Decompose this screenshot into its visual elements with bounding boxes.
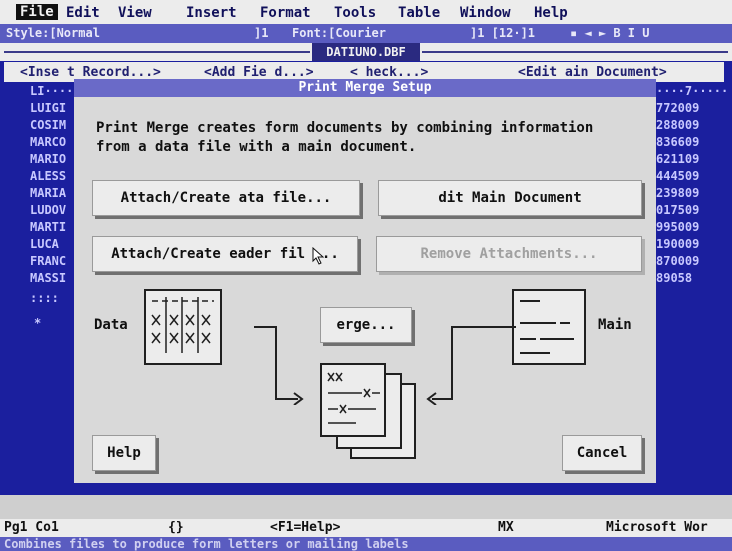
record-names-column: LI···· LUIGI COSIM MARCO MARIO ALESS MAR… (30, 84, 74, 344)
record-row[interactable]: :::: (30, 291, 59, 305)
window-title-line: DATIUNO.DBF (0, 43, 732, 61)
record-row[interactable]: MARIO (30, 152, 66, 166)
insert-record-command[interactable]: <Inse t Record...> (20, 65, 161, 80)
data-file-icon (144, 289, 222, 365)
record-value[interactable]: 017509 (656, 203, 699, 217)
data-table-icon (151, 297, 214, 353)
dialog-description: Print Merge creates form documents by co… (96, 120, 594, 155)
merge-button[interactable]: erge... (320, 307, 412, 343)
record-row[interactable]: LUIGI (30, 101, 66, 115)
record-row[interactable]: ALESS (30, 169, 66, 183)
record-value[interactable]: 772009 (656, 101, 699, 115)
main-label: Main (598, 317, 632, 333)
point-indicator: ]1 (254, 26, 269, 40)
check-command[interactable]: < heck...> (350, 65, 428, 80)
record-row[interactable]: LUCA (30, 237, 59, 251)
record-row[interactable]: COSIM (30, 118, 66, 132)
record-row[interactable]: MARIA (30, 186, 66, 200)
record-value[interactable]: 89058 (656, 271, 692, 285)
main-flow-arrow-icon (426, 326, 516, 405)
cursor-position: Pg1 Co1 (4, 520, 59, 535)
column-header-right: ····7····· (656, 84, 729, 98)
merged-document-content-icon (327, 372, 380, 424)
mouse-cursor-icon (312, 247, 325, 265)
attach-data-file-button[interactable]: Attach/Create ata file... (92, 180, 360, 216)
title-rule-left (4, 51, 310, 53)
font-size-selector[interactable]: ]1 [12·]1 (470, 26, 535, 40)
file-name: DATIUNO.DBF (312, 43, 420, 61)
record-row[interactable]: MASSI (30, 271, 66, 285)
edit-main-document-button[interactable]: dit Main Document (378, 180, 642, 216)
main-document-lines-icon (520, 300, 574, 354)
title-rule-right (422, 51, 728, 53)
brace-indicator: {} (168, 520, 184, 535)
print-merge-dialog: Print Merge Setup Print Merge creates fo… (74, 79, 656, 483)
font-selector[interactable]: Font:[Courier (292, 26, 386, 40)
add-field-command[interactable]: <Add Fie d...> (204, 65, 314, 80)
record-value[interactable]: 836609 (656, 135, 699, 149)
record-value[interactable]: 239809 (656, 186, 699, 200)
cancel-button[interactable]: Cancel (562, 435, 642, 471)
menu-view[interactable]: View (118, 5, 152, 21)
f1-help-hint: <F1=Help> (270, 520, 341, 535)
dialog-title: Print Merge Setup (74, 79, 656, 97)
menu-help[interactable]: Help (534, 5, 568, 21)
record-values-column: ····7····· 772009 288009 836609 621109 4… (656, 84, 729, 314)
style-ribbon: Style:[Normal ]1 Font:[Courier ]1 [12·]1… (0, 24, 732, 43)
style-selector[interactable]: Style:[Normal (6, 26, 100, 40)
app-name: Microsoft Wor (606, 520, 708, 535)
menu-table[interactable]: Table (398, 5, 440, 21)
help-message: Combines files to produce form letters o… (4, 537, 409, 551)
menu-tools[interactable]: Tools (334, 5, 376, 21)
merged-document-front-icon (320, 363, 386, 437)
horizontal-scrollbar[interactable] (0, 495, 732, 519)
record-row[interactable]: MARCO (30, 135, 66, 149)
record-value[interactable]: 288009 (656, 118, 699, 132)
menu-edit[interactable]: Edit (66, 5, 100, 21)
edit-main-document-command[interactable]: <Edit ain Document> (518, 65, 667, 80)
menu-bar: File Edit View Insert Format Tools Table… (0, 0, 732, 24)
menu-insert[interactable]: Insert (186, 5, 237, 21)
record-value[interactable]: 444509 (656, 169, 699, 183)
remove-attachments-button: Remove Attachments... (376, 236, 642, 272)
end-marker: * (34, 316, 42, 330)
menu-format[interactable]: Format (260, 5, 311, 21)
data-label: Data (94, 317, 128, 333)
record-row[interactable]: MARTI (30, 220, 66, 234)
help-button[interactable]: Help (92, 435, 156, 471)
record-value[interactable]: 870009 (656, 254, 699, 268)
record-row[interactable]: FRANC (30, 254, 66, 268)
format-buttons[interactable]: ▪ ◄ ► B I U (570, 26, 649, 40)
column-header-left: LI···· (30, 84, 74, 98)
menu-window[interactable]: Window (460, 5, 511, 21)
menu-file[interactable]: File (16, 4, 58, 20)
data-flow-arrow-icon (254, 326, 304, 405)
status-bar: Pg1 Co1 {} <F1=Help> MX Microsoft Wor (0, 519, 732, 537)
mode-indicator: MX (498, 520, 514, 535)
main-document-icon (512, 289, 586, 365)
record-value[interactable]: 995009 (656, 220, 699, 234)
record-value[interactable]: 190009 (656, 237, 699, 251)
record-value[interactable]: 621109 (656, 152, 699, 166)
help-message-line: Combines files to produce form letters o… (0, 537, 732, 551)
record-row[interactable]: LUDOV (30, 203, 66, 217)
